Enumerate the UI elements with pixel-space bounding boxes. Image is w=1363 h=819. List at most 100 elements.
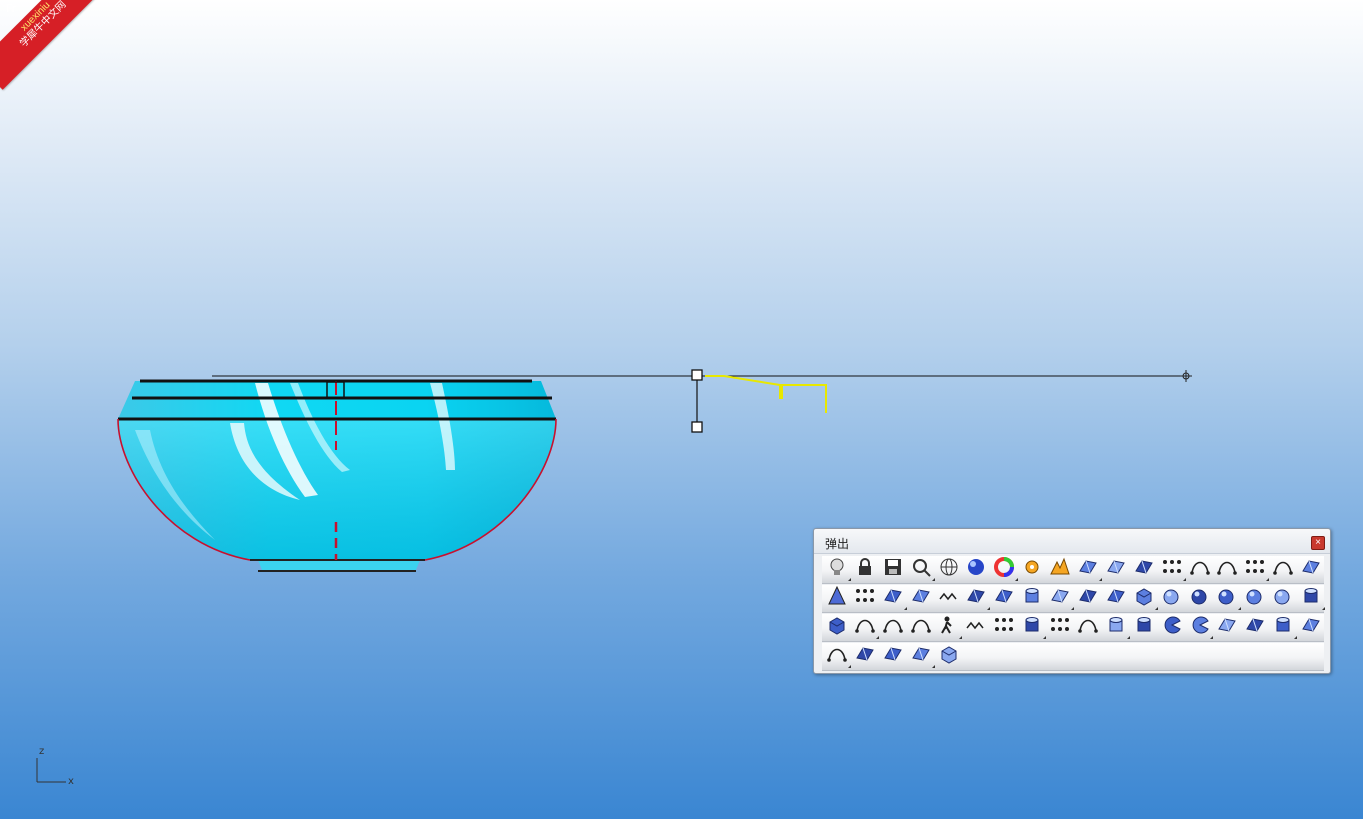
pipe-bend-button[interactable] [1076,616,1100,640]
book-button[interactable] [937,645,961,669]
person-button[interactable] [937,614,963,641]
book-icon [938,643,960,670]
arc-curve-button[interactable] [909,616,933,640]
zigzag-curve-b-button[interactable] [964,616,988,640]
circle-point-b-button[interactable] [1104,587,1128,611]
curve-1-2b-button[interactable] [1215,558,1239,582]
column-points-icon [993,614,1015,641]
patch-surface-icon [1105,556,1127,583]
curve-1-2-button[interactable] [1188,558,1212,582]
circle-points-button[interactable] [1243,558,1270,582]
patch-surface-button[interactable] [1104,558,1128,582]
circle-point-b-icon [1105,585,1127,612]
explode-button[interactable] [1048,557,1072,582]
submenu-indicator-icon [1071,604,1075,610]
bend-plane-button[interactable] [825,643,851,670]
color-wheel-button[interactable] [992,556,1019,583]
viewport-scene [36,369,1192,783]
sphere-intersect-button[interactable] [1243,587,1267,611]
shaded-sphere-button[interactable] [964,558,988,582]
light-bulb-button[interactable] [825,556,851,583]
bend-curve-icon [854,614,876,641]
plane-surface-button[interactable] [1048,587,1075,611]
s-curve-button[interactable] [881,616,905,640]
sphere-pair-button[interactable] [1188,587,1212,611]
color-wheel-icon [993,556,1015,583]
surface-edge-button[interactable] [909,587,933,611]
gear-puzzle-button[interactable] [1020,558,1044,582]
sweep-button[interactable] [1299,558,1323,582]
lock-button[interactable] [853,558,877,582]
stacked-cylinders-button[interactable] [1104,616,1130,640]
tool-row-4 [822,643,1324,671]
stack-button[interactable] [881,585,907,612]
tool-row-3 [822,614,1324,642]
arch-button[interactable] [1271,558,1295,582]
node-graph-button[interactable] [853,587,877,611]
stack-icon [882,585,904,612]
sphere-button[interactable] [1160,587,1184,611]
folded-plane-button[interactable] [881,645,905,669]
profile-curve[interactable] [705,375,827,413]
column-points-button[interactable] [992,616,1016,640]
viewport[interactable]: xuexiniu 学犀牛中文网 Fr z x [0,0,1363,819]
plane-flat-button[interactable] [853,645,877,669]
save-icon [882,556,904,583]
twisted-strip-button[interactable] [909,643,935,670]
end-point-marker[interactable] [1180,370,1192,382]
sphere-numbered-button[interactable] [1271,587,1295,611]
fold-surface-button[interactable] [1132,558,1156,582]
tube-button[interactable] [1299,587,1326,611]
save-button[interactable] [881,558,905,582]
grip-handle-top[interactable] [691,369,703,381]
twisted-strip-icon [910,643,932,670]
grip-handle-bottom[interactable] [691,421,703,433]
dots-surface-button[interactable] [1160,556,1186,583]
submenu-indicator-icon [1266,575,1270,581]
cylinder-band-button[interactable] [1271,614,1298,641]
wireframe-sphere-icon [938,556,960,583]
grid-points-button[interactable] [1048,616,1072,640]
cylinder-solid-button[interactable] [1020,616,1047,640]
pacman-button[interactable] [1160,616,1184,640]
close-button[interactable]: × [1311,536,1325,550]
curve-1-2b-icon [1216,556,1238,583]
bowl-model[interactable] [117,379,557,572]
sphere-split-icon [1216,585,1238,612]
box-button[interactable] [1132,587,1158,611]
cylinder-button[interactable] [1020,587,1044,611]
dots-surface-icon [1161,556,1183,583]
popup-titlebar[interactable]: 弹出 × [814,529,1330,554]
cylinder-band-icon [1272,614,1294,641]
pacman-b-button[interactable] [1188,616,1214,640]
layers-icon [993,585,1015,612]
revolve-button[interactable] [1076,558,1102,582]
popup-toolbar[interactable]: 弹出 × [813,528,1331,674]
tool-row-1 [822,556,1324,584]
zigzag-curve-button[interactable] [937,587,961,611]
cylinder-b-button[interactable] [1132,616,1156,640]
layers-button[interactable] [992,587,1016,611]
submenu-indicator-icon [1238,604,1242,610]
plane-surface-b-button[interactable] [1076,587,1100,611]
light-bulb-icon [826,556,848,583]
funnel-button[interactable] [1243,616,1267,640]
solid-box-icon [826,614,848,641]
curve-1-2-icon [1189,556,1211,583]
tree-button[interactable] [825,585,849,611]
sphere-intersect-icon [1244,585,1266,612]
person-icon [938,614,960,641]
zoom-extents-button[interactable] [909,558,935,582]
bend-plane-icon [826,643,848,670]
tool-row-2 [822,585,1326,613]
solid-box-button[interactable] [825,616,849,640]
circle-point-icon [965,585,987,612]
page-curl-button[interactable] [1215,616,1239,640]
circle-point-button[interactable] [964,585,991,612]
bend-curve-button[interactable] [853,614,879,641]
pacman-icon [1161,614,1183,641]
sphere-split-button[interactable] [1215,585,1242,612]
submenu-indicator-icon [959,633,963,639]
twisted-surface-button[interactable] [1299,616,1323,640]
wireframe-sphere-button[interactable] [937,558,961,582]
